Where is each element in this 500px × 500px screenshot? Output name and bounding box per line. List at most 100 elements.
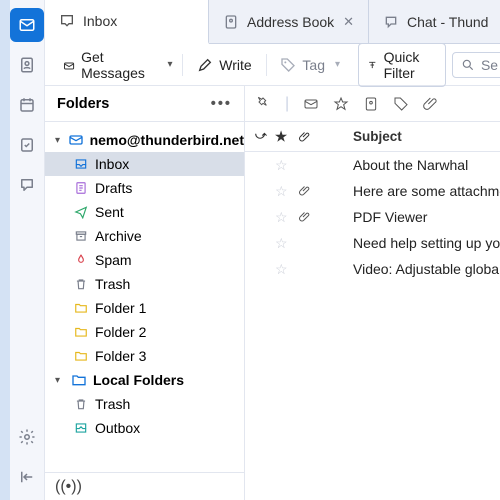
message-row[interactable]: ☆ About the Narwhal bbox=[245, 152, 500, 178]
collapse-rail-button[interactable] bbox=[10, 460, 44, 494]
filter-icon bbox=[367, 58, 378, 72]
message-subject: Here are some attachme bbox=[323, 183, 500, 199]
col-starred[interactable]: ★ bbox=[275, 129, 289, 145]
search-placeholder: Se bbox=[481, 57, 498, 73]
folder-label: Drafts bbox=[95, 180, 132, 196]
folder-item[interactable]: Folder 3 bbox=[45, 344, 244, 368]
tab-chat[interactable]: Chat - Thund bbox=[369, 0, 500, 43]
chat-icon bbox=[18, 176, 36, 194]
write-button[interactable]: Write bbox=[189, 52, 259, 78]
account-mail-icon bbox=[68, 132, 84, 148]
get-messages-button[interactable]: Get Messages bbox=[55, 44, 157, 86]
message-row[interactable]: ☆ Here are some attachme bbox=[245, 178, 500, 204]
folder-inbox[interactable]: Inbox bbox=[45, 152, 244, 176]
star-toggle[interactable]: ☆ bbox=[275, 235, 289, 252]
twisty-icon[interactable]: ▾ bbox=[55, 135, 62, 146]
account-label: nemo@thunderbird.net bbox=[90, 132, 244, 148]
tab-label: Chat - Thund bbox=[407, 14, 500, 30]
folder-label: Spam bbox=[95, 252, 132, 268]
account-row[interactable]: ▾ nemo@thunderbird.net bbox=[45, 128, 244, 152]
tab-close-button[interactable]: ✕ bbox=[343, 14, 354, 30]
folder-archive[interactable]: Archive bbox=[45, 224, 244, 248]
get-messages-dropdown[interactable]: ▾ bbox=[163, 55, 176, 74]
folder-item[interactable]: Folder 1 bbox=[45, 296, 244, 320]
folder-label: Archive bbox=[95, 228, 142, 244]
spam-icon bbox=[73, 253, 89, 267]
col-subject[interactable]: Subject bbox=[323, 129, 500, 144]
message-filter-bar: | bbox=[245, 86, 500, 122]
trash-icon bbox=[73, 277, 89, 291]
tab-strip: Inbox Address Book ✕ Chat - Thund bbox=[45, 0, 500, 44]
trash-icon bbox=[73, 397, 89, 411]
star-toggle[interactable]: ☆ bbox=[275, 157, 289, 174]
activity-indicator-icon: ((•)) bbox=[55, 478, 82, 496]
settings-button[interactable] bbox=[10, 420, 44, 454]
inbox-icon bbox=[73, 157, 89, 171]
tab-inbox[interactable]: Inbox bbox=[45, 0, 209, 44]
tab-address-book[interactable]: Address Book ✕ bbox=[209, 0, 369, 43]
local-folders-row[interactable]: ▾ Local Folders bbox=[45, 368, 244, 392]
filter-starred-button[interactable] bbox=[333, 96, 349, 112]
twisty-icon[interactable]: ▾ bbox=[55, 375, 65, 386]
calendar-space-button[interactable] bbox=[10, 88, 44, 122]
settings-icon bbox=[18, 428, 36, 446]
get-messages-label: Get Messages bbox=[81, 49, 149, 81]
local-folders-label: Local Folders bbox=[93, 372, 184, 388]
app-shell: Inbox Address Book ✕ Chat - Thund Get Me… bbox=[10, 0, 500, 500]
folder-drafts[interactable]: Drafts bbox=[45, 176, 244, 200]
address-book-space-button[interactable] bbox=[10, 48, 44, 82]
address-book-icon bbox=[18, 56, 36, 74]
main-toolbar: Get Messages ▾ Write Tag ▾ Quick Filter … bbox=[45, 44, 500, 86]
message-subject: About the Narwhal bbox=[323, 157, 500, 173]
col-attachment-icon[interactable] bbox=[299, 131, 313, 143]
attachment-icon bbox=[299, 211, 313, 223]
star-toggle[interactable]: ☆ bbox=[275, 209, 289, 226]
star-toggle[interactable]: ☆ bbox=[275, 183, 289, 200]
filter-tags-button[interactable] bbox=[393, 96, 409, 112]
chat-space-button[interactable] bbox=[10, 168, 44, 202]
message-subject: PDF Viewer bbox=[323, 209, 500, 225]
folder-label: Trash bbox=[95, 396, 130, 412]
message-row[interactable]: ☆ PDF Viewer bbox=[245, 204, 500, 230]
write-label: Write bbox=[219, 57, 251, 73]
message-list-header: ⤻ ★ Subject bbox=[245, 122, 500, 152]
filter-unread-button[interactable] bbox=[303, 96, 319, 112]
folder-item[interactable]: Folder 2 bbox=[45, 320, 244, 344]
folder-icon bbox=[73, 325, 89, 339]
tag-button[interactable]: Tag ▾ bbox=[272, 50, 352, 79]
filter-attachment-button[interactable] bbox=[423, 96, 439, 112]
folder-trash[interactable]: Trash bbox=[45, 392, 244, 416]
folder-label: Outbox bbox=[95, 420, 140, 436]
folder-pane-menu-button[interactable]: ••• bbox=[211, 96, 232, 112]
search-icon bbox=[461, 58, 475, 72]
star-toggle[interactable]: ☆ bbox=[275, 261, 289, 278]
status-bar: ((•)) bbox=[45, 472, 244, 500]
search-box[interactable]: Se bbox=[452, 52, 500, 78]
tasks-icon bbox=[18, 136, 36, 154]
folder-pane-header: Folders ••• bbox=[45, 86, 244, 122]
folder-icon bbox=[73, 301, 89, 315]
spaces-toolbar bbox=[10, 0, 45, 500]
folder-sent[interactable]: Sent bbox=[45, 200, 244, 224]
calendar-icon bbox=[18, 96, 36, 114]
archive-icon bbox=[73, 229, 89, 243]
pin-button[interactable] bbox=[255, 96, 271, 112]
folder-spam[interactable]: Spam bbox=[45, 248, 244, 272]
folder-trash[interactable]: Trash bbox=[45, 272, 244, 296]
col-thread[interactable]: ⤻ bbox=[255, 130, 265, 143]
tasks-space-button[interactable] bbox=[10, 128, 44, 162]
tag-label: Tag bbox=[302, 57, 325, 73]
folder-label: Inbox bbox=[95, 156, 129, 172]
mail-space-button[interactable] bbox=[10, 8, 44, 42]
quick-filter-button[interactable]: Quick Filter bbox=[358, 43, 446, 87]
message-list: ☆ About the Narwhal ☆ Here are some atta… bbox=[245, 152, 500, 500]
filter-contact-button[interactable] bbox=[363, 96, 379, 112]
folder-icon bbox=[73, 349, 89, 363]
folder-tree: ▾ nemo@thunderbird.net Inbox Drafts bbox=[45, 122, 244, 472]
folder-pane-title: Folders bbox=[57, 96, 109, 112]
message-row[interactable]: ☆ Need help setting up yo bbox=[245, 230, 500, 256]
drafts-icon bbox=[73, 181, 89, 195]
tab-label: Address Book bbox=[247, 14, 335, 30]
message-row[interactable]: ☆ Video: Adjustable global bbox=[245, 256, 500, 282]
folder-outbox[interactable]: Outbox bbox=[45, 416, 244, 440]
